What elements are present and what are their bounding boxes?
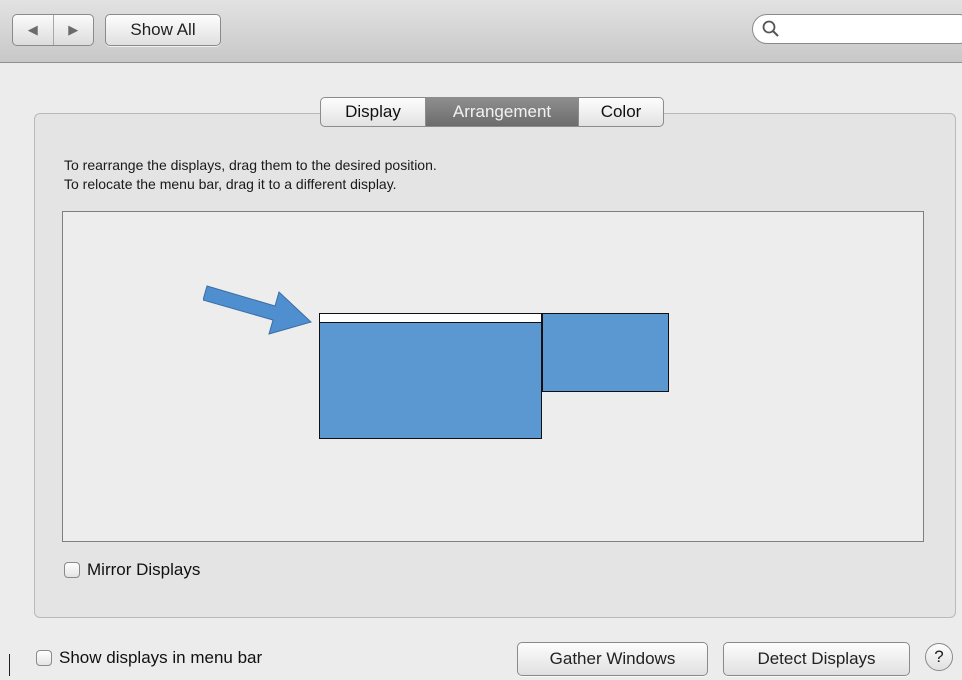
display-arrangement-area: [62, 211, 924, 542]
search-icon: [762, 20, 779, 37]
instruction-text-rearrange: To rearrange the displays, drag them to …: [64, 157, 437, 173]
menu-bar-indicator[interactable]: [320, 314, 541, 323]
preference-tabs: Display Arrangement Color: [320, 97, 664, 127]
text-cursor: [9, 654, 10, 676]
secondary-display[interactable]: [542, 313, 669, 392]
tab-display[interactable]: Display: [321, 98, 425, 126]
checkbox-box[interactable]: [64, 562, 80, 578]
instruction-text-menu-bar: To relocate the menu bar, drag it to a d…: [64, 176, 397, 192]
show-displays-label: Show displays in menu bar: [59, 648, 263, 667]
forward-arrow-icon[interactable]: ▶: [52, 15, 94, 45]
show-all-button[interactable]: Show All: [105, 14, 221, 46]
gather-windows-button[interactable]: Gather Windows: [517, 642, 708, 676]
annotation-arrow-icon: [203, 285, 312, 335]
checkbox-box[interactable]: [36, 650, 52, 666]
window-toolbar: ◀ ▶ Show All: [0, 0, 962, 63]
help-button[interactable]: ?: [925, 643, 953, 671]
search-field[interactable]: [752, 14, 962, 44]
tab-arrangement[interactable]: Arrangement: [425, 98, 578, 126]
mirror-displays-label: Mirror Displays: [87, 560, 201, 579]
back-arrow-icon[interactable]: ◀: [13, 15, 53, 45]
back-forward-control: ◀ ▶: [12, 14, 94, 46]
show-displays-in-menu-bar-checkbox[interactable]: Show displays in menu bar: [36, 648, 262, 668]
detect-displays-button[interactable]: Detect Displays: [723, 642, 910, 676]
main-display[interactable]: [319, 313, 542, 439]
tab-color[interactable]: Color: [578, 98, 663, 126]
mirror-displays-checkbox[interactable]: Mirror Displays: [64, 560, 200, 580]
